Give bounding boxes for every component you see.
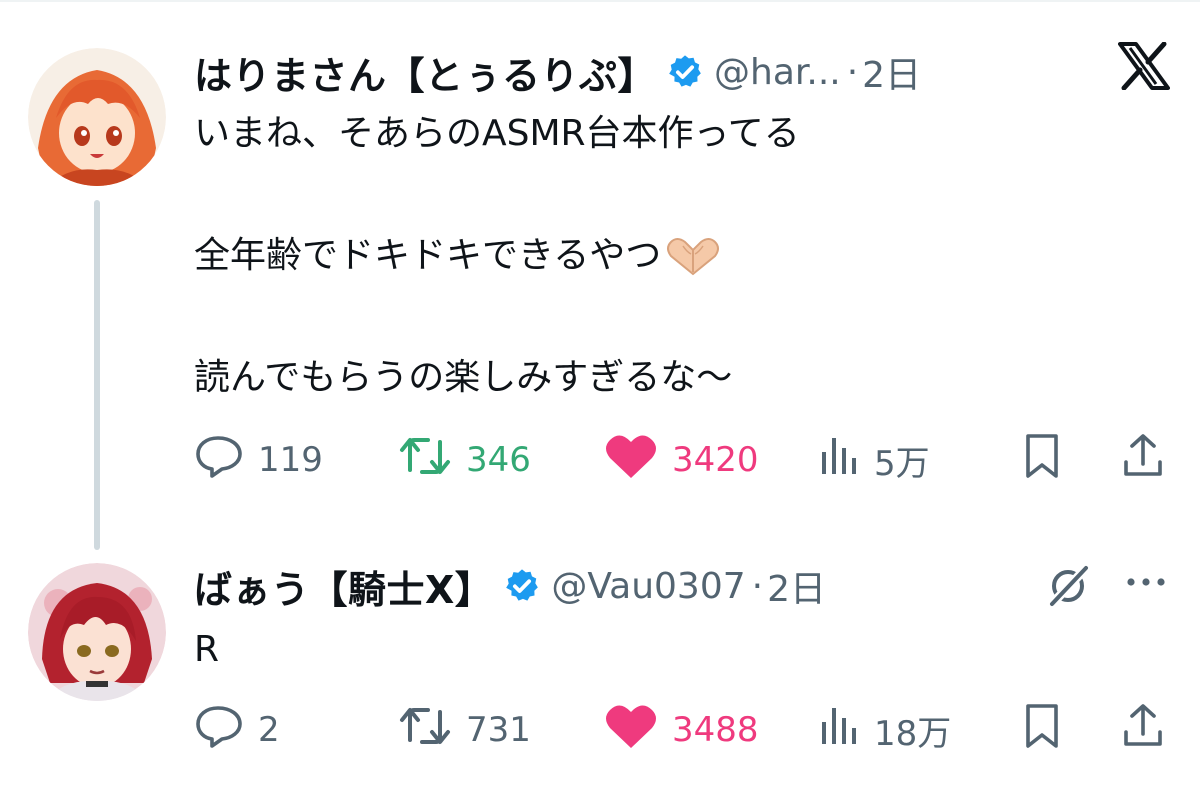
top-divider <box>0 0 1200 2</box>
reply-icon <box>194 704 244 757</box>
avatar[interactable] <box>28 563 166 701</box>
more-icon[interactable] <box>1124 572 1168 596</box>
post-action-bar: 119 346 3420 5万 <box>190 430 1180 490</box>
bookmark-button[interactable] <box>1020 430 1064 490</box>
reply-count: 119 <box>258 440 323 480</box>
post-time[interactable]: 2日 <box>862 46 921 98</box>
verified-badge-icon <box>503 567 541 605</box>
bookmark-icon <box>1020 432 1064 489</box>
reply-action-bar: 2 731 3488 18万 <box>190 700 1180 760</box>
display-name[interactable]: ばぁう【騎士X】 <box>194 559 493 614</box>
repost-button[interactable]: 731 <box>398 700 531 760</box>
reply-count: 2 <box>258 710 280 750</box>
post-header: はりまさん【とぅるりぷ】 @har... · 2日 <box>194 44 921 100</box>
views-count: 18万 <box>874 713 952 754</box>
post-text-line-2: 全年齢でドキドキできるやつ <box>194 235 662 276</box>
views-button[interactable]: 5万 <box>816 430 930 490</box>
post-text-line-1: いまね、そあらのASMR台本作ってる <box>194 113 800 154</box>
avatar[interactable] <box>28 48 166 186</box>
views-button[interactable]: 18万 <box>816 700 951 760</box>
repost-count: 731 <box>466 710 531 750</box>
heart-hands-emoji <box>663 234 723 278</box>
reply-time[interactable]: 2日 <box>767 560 826 612</box>
repost-icon <box>398 434 452 487</box>
reply-button[interactable]: 119 <box>194 430 323 490</box>
views-icon <box>816 434 860 487</box>
post-text-line-2-row: 全年齢でドキドキできるやつ <box>194 226 723 286</box>
post-text-line-3: 読んでもらうの楽しみすぎるな〜 <box>194 357 733 398</box>
handle[interactable]: @Vau0307 <box>551 566 745 607</box>
bookmark-icon <box>1020 702 1064 759</box>
like-count: 3488 <box>672 710 759 750</box>
heart-icon <box>604 702 658 759</box>
bookmark-button[interactable] <box>1020 700 1064 760</box>
like-button[interactable]: 3420 <box>604 430 759 490</box>
grok-icon[interactable] <box>1044 562 1092 614</box>
display-name[interactable]: はりまさん【とぅるりぷ】 <box>194 45 656 100</box>
thread-connector-line <box>94 200 100 550</box>
verified-badge-icon <box>666 53 704 91</box>
repost-count: 346 <box>466 440 531 480</box>
reply-icon <box>194 434 244 487</box>
like-button[interactable]: 3488 <box>604 700 759 760</box>
heart-icon <box>604 432 658 489</box>
share-button[interactable] <box>1120 430 1166 490</box>
share-icon <box>1120 432 1166 489</box>
separator-dot: · <box>846 51 859 93</box>
reply-button[interactable]: 2 <box>194 700 280 760</box>
views-icon <box>816 704 860 757</box>
reply-text: R <box>194 629 220 670</box>
x-logo-icon[interactable] <box>1118 41 1170 94</box>
repost-button[interactable]: 346 <box>398 430 531 490</box>
share-icon <box>1120 702 1166 759</box>
like-count: 3420 <box>672 440 759 480</box>
separator-dot: · <box>751 565 764 607</box>
handle[interactable]: @har... <box>714 52 841 93</box>
share-button[interactable] <box>1120 700 1166 760</box>
reply-header: ばぁう【騎士X】 @Vau0307 · 2日 <box>194 558 826 614</box>
views-count: 5万 <box>874 443 930 484</box>
repost-icon <box>398 704 452 757</box>
